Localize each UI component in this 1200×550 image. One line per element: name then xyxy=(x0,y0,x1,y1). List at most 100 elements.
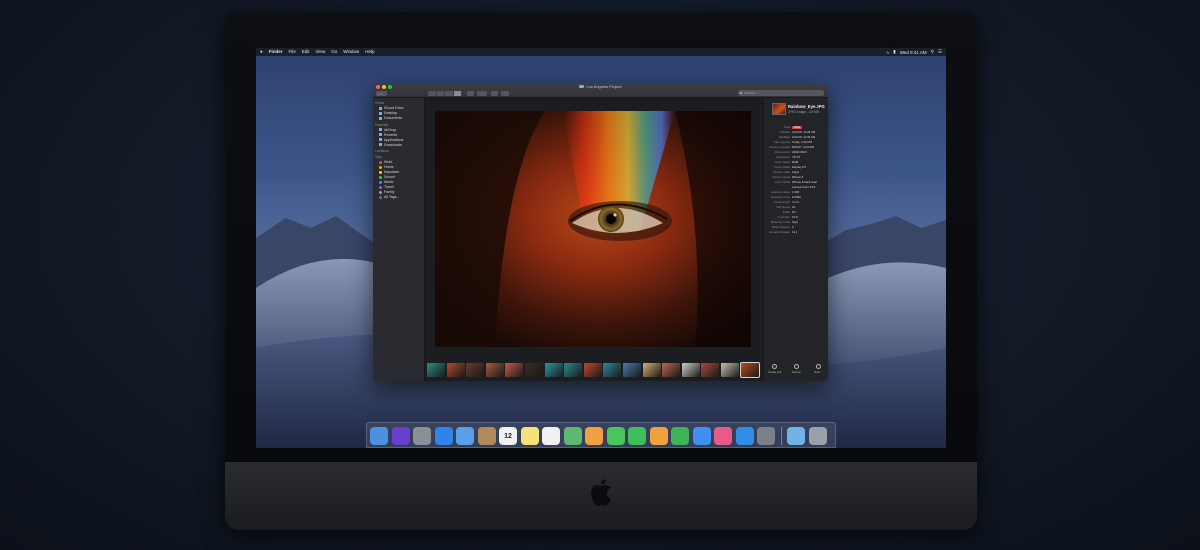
filmstrip-thumbnail[interactable] xyxy=(623,363,641,377)
tag-badge[interactable]: Work xyxy=(792,126,803,129)
sidebar-item-documents[interactable]: Documents xyxy=(373,116,424,121)
itunes-icon[interactable] xyxy=(714,427,732,445)
sidebar-item-label: Downloads xyxy=(384,142,402,147)
filmstrip-thumbnail[interactable] xyxy=(662,363,681,377)
sidebar-header-locations: Locations xyxy=(375,149,389,153)
finder-icon[interactable] xyxy=(370,427,388,445)
filmstrip-thumbnail[interactable] xyxy=(505,363,524,377)
maps-icon[interactable] xyxy=(563,427,582,445)
siri-icon[interactable] xyxy=(391,427,410,445)
clock-icon xyxy=(379,133,382,136)
contacts-icon[interactable] xyxy=(477,427,496,445)
menu-help[interactable]: Help xyxy=(365,48,374,56)
battery-icon[interactable]: ▮ xyxy=(893,49,895,55)
sidebar-item-downloads[interactable]: Downloads xyxy=(373,142,424,147)
menu-app-name[interactable]: Finder xyxy=(269,48,283,56)
imac-chin xyxy=(225,462,977,530)
group-button[interactable] xyxy=(467,91,474,96)
safari-icon[interactable] xyxy=(434,427,453,445)
sidebar-header-icloud: iCloud xyxy=(375,101,385,105)
system-preferences-icon[interactable] xyxy=(757,427,775,445)
menu-window[interactable]: Window xyxy=(343,48,359,56)
menu-edit[interactable]: Edit xyxy=(302,48,310,56)
filmstrip-thumbnail[interactable] xyxy=(603,363,622,377)
facetime-icon[interactable] xyxy=(628,427,646,445)
filmstrip-thumbnail[interactable] xyxy=(446,363,465,377)
menu-file[interactable]: File xyxy=(288,48,295,56)
tag-button[interactable] xyxy=(501,91,509,96)
share-button[interactable] xyxy=(491,91,498,96)
photos-icon[interactable] xyxy=(585,427,603,445)
quick-actions: Rotate Left Markup More... xyxy=(764,360,828,380)
filmstrip-thumbnail[interactable] xyxy=(525,363,543,377)
metadata-key: Content Creator xyxy=(769,230,790,234)
filmstrip-thumbnail[interactable] xyxy=(564,363,583,377)
notes-icon[interactable] xyxy=(520,427,539,445)
filmstrip-thumbnail[interactable] xyxy=(739,362,760,378)
markup-icon xyxy=(793,364,799,369)
menu-view[interactable]: View xyxy=(316,48,326,56)
notification-center-icon[interactable]: ☰ xyxy=(938,49,942,55)
view-mode-control[interactable] xyxy=(428,91,462,96)
sidebar-item-label: Desktop xyxy=(384,111,398,115)
filmstrip-thumbnail[interactable] xyxy=(583,363,602,377)
filmstrip-thumbnail[interactable] xyxy=(642,363,661,377)
download-icon xyxy=(379,143,382,146)
wifi-icon[interactable]: ≈ xyxy=(887,50,889,55)
gallery-view-button[interactable] xyxy=(453,91,462,96)
launchpad-icon[interactable] xyxy=(413,427,431,445)
mail-icon[interactable] xyxy=(456,427,474,445)
sidebar-tag-label: All Tags... xyxy=(384,195,400,199)
tag-color-dot-icon xyxy=(379,165,382,169)
apple-logo-icon xyxy=(591,479,611,506)
preview-inspector: Rainbow_Eye.JPG JPEG image - 2.8 MB Tags… xyxy=(763,98,828,381)
metadata-row: Content Creator 11.2 xyxy=(764,230,828,235)
column-view-button[interactable] xyxy=(445,91,454,96)
tag-color-dot-icon xyxy=(379,195,382,199)
app-store-icon[interactable] xyxy=(735,427,754,445)
filmstrip-thumbnail[interactable] xyxy=(427,363,445,377)
reminders-icon[interactable] xyxy=(542,427,560,445)
search-field[interactable]: Search xyxy=(738,90,824,96)
tag-color-dot-icon xyxy=(379,185,382,189)
applications-icon xyxy=(379,138,382,141)
gallery-content xyxy=(425,98,763,381)
folder-icon xyxy=(579,85,585,89)
trash-icon[interactable] xyxy=(809,427,827,445)
sidebar-tag-label: Home xyxy=(384,165,394,169)
markup-action[interactable]: Markup xyxy=(787,360,805,380)
sidebar-item-label: Recents xyxy=(384,132,398,137)
action-button[interactable] xyxy=(477,91,487,96)
menu-go[interactable]: Go xyxy=(331,48,337,56)
back-forward-button[interactable]: ‹ › xyxy=(376,91,387,96)
spotlight-icon[interactable]: ⚲ xyxy=(931,49,934,55)
filmstrip-thumbnail[interactable] xyxy=(701,363,720,377)
list-view-button[interactable] xyxy=(437,91,445,96)
document-icon xyxy=(379,116,382,120)
filmstrip-thumbnail[interactable] xyxy=(466,363,485,377)
menu-clock[interactable]: Wed 9:41 AM xyxy=(900,50,927,55)
tag-list: Work Home Important School Music Travel Family… xyxy=(373,160,424,200)
more-action[interactable]: More... xyxy=(809,360,827,380)
sidebar-tag-label: School xyxy=(384,175,395,179)
sidebar-item-label: Documents xyxy=(384,116,403,120)
filmstrip xyxy=(425,360,763,378)
filmstrip-thumbnail[interactable] xyxy=(721,363,739,377)
rainbow-eye-photo xyxy=(435,111,751,347)
filmstrip-thumbnail[interactable] xyxy=(544,363,563,377)
filmstrip-thumbnail[interactable] xyxy=(485,363,504,377)
dock-separator xyxy=(781,427,782,445)
downloads-folder-icon[interactable] xyxy=(787,427,805,445)
keynote-icon[interactable] xyxy=(692,427,711,445)
image-preview[interactable] xyxy=(435,111,751,347)
filmstrip-thumbnail[interactable] xyxy=(681,363,700,377)
messages-icon[interactable] xyxy=(606,427,625,445)
rotate-left-action[interactable]: Rotate Left xyxy=(766,360,784,380)
sidebar-tag-7[interactable]: All Tags... xyxy=(373,195,424,200)
apple-menu-icon[interactable]: ● xyxy=(260,48,263,56)
pages-icon[interactable] xyxy=(649,427,668,445)
calendar-icon[interactable]: 12 xyxy=(499,427,517,445)
sidebar-tag-label: Travel xyxy=(384,185,394,189)
icon-view-button[interactable] xyxy=(428,91,437,96)
numbers-icon[interactable] xyxy=(671,427,689,445)
